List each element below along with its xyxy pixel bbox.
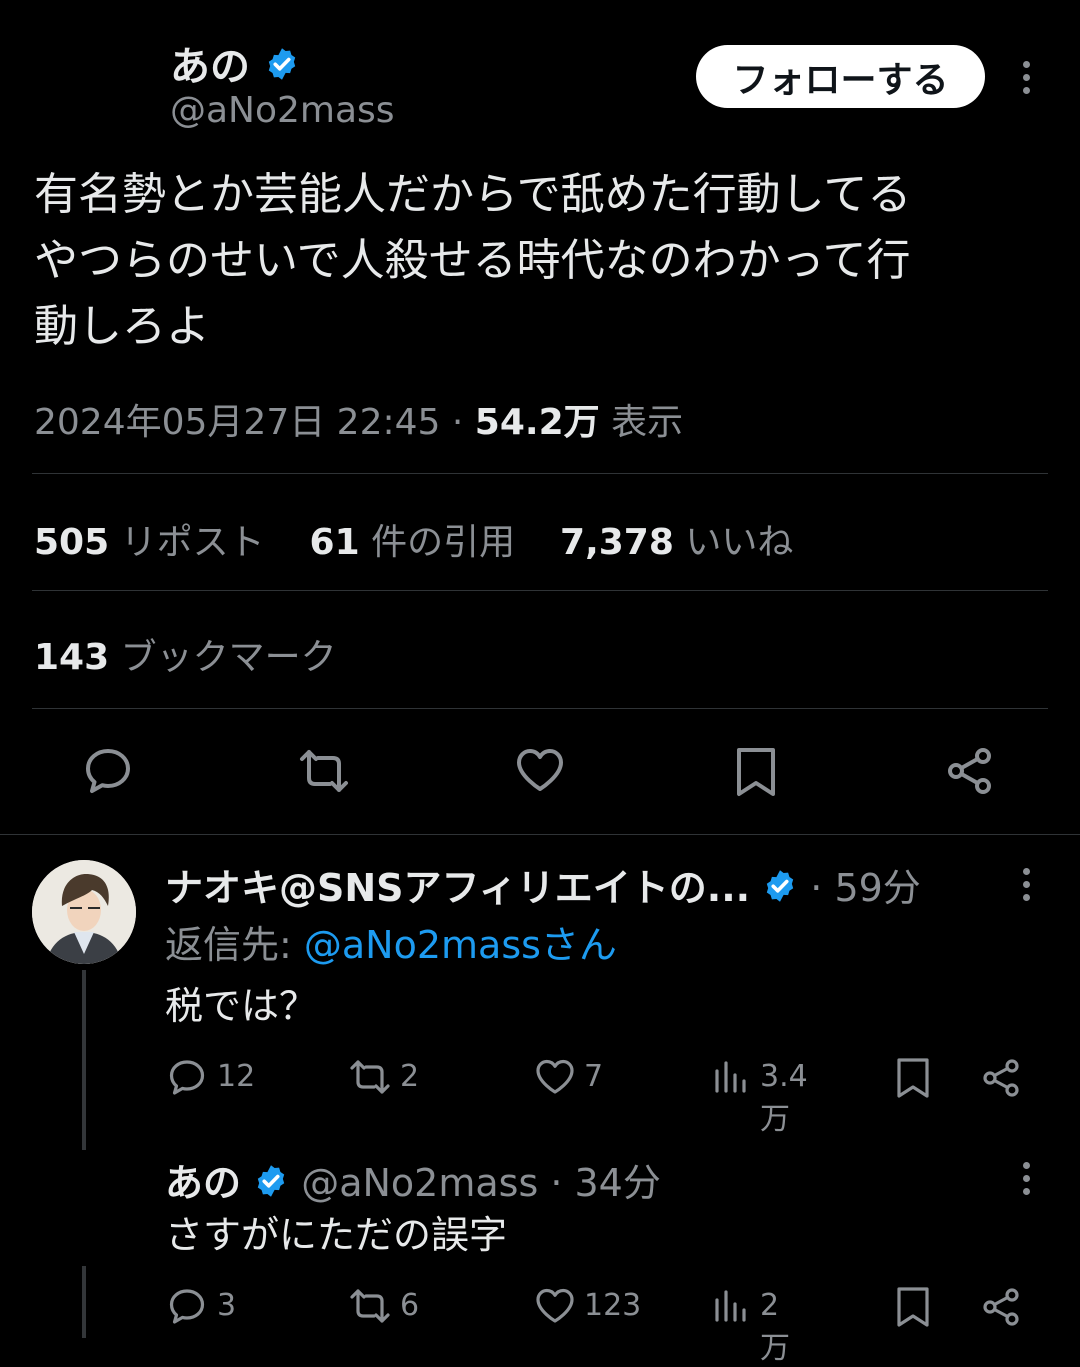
tweet-text-line: 動しろよ: [34, 301, 210, 352]
divider: [32, 473, 1048, 474]
repost-count: 6: [400, 1288, 420, 1323]
tweet-text-line: やつらのせいで人殺せる時代なのわかって行: [34, 235, 911, 286]
divider: [32, 708, 1048, 709]
repost-count: 2: [400, 1059, 420, 1094]
views-count: 54.2万: [474, 402, 600, 443]
views-count: 3.4万: [760, 1059, 808, 1137]
reply-author-name[interactable]: あの: [165, 1161, 241, 1205]
reply-icon: [169, 1289, 205, 1324]
like-count: 7: [584, 1059, 604, 1094]
more-options-icon[interactable]: [1021, 868, 1031, 907]
share-icon[interactable]: [980, 1286, 1022, 1332]
reply-actions: 12 2 7 3.4万: [0, 1055, 1080, 1137]
reposts-stat[interactable]: 505 リポスト: [34, 522, 276, 563]
avatar[interactable]: [32, 860, 136, 964]
engagement-stats: 505 リポスト 61 件の引用 7,378 いいね: [34, 513, 793, 565]
views-label: 表示: [611, 402, 684, 443]
repost-icon: [350, 1060, 390, 1094]
bookmark-icon[interactable]: [894, 1286, 932, 1332]
meta-separator: ·: [451, 402, 464, 443]
repost-icon: [350, 1289, 390, 1323]
reply-header: ナオキ@SNSアフィリエイトの... · 59分: [165, 857, 921, 913]
divider: [32, 590, 1048, 591]
reply-to-prefix: 返信先:: [165, 923, 304, 967]
more-options-icon[interactable]: [1021, 61, 1031, 100]
repost-icon[interactable]: [296, 745, 352, 797]
tweet-timestamp[interactable]: 2024年05月27日 22:45: [34, 402, 440, 443]
author-name-text: あの: [170, 44, 250, 90]
bookmark-icon[interactable]: [732, 745, 780, 799]
heart-icon: [536, 1059, 574, 1094]
tweet-author-handle[interactable]: @aNo2mass: [170, 90, 395, 131]
reply-count: 12: [217, 1059, 256, 1094]
verified-badge-icon: [253, 1163, 289, 1208]
likes-count: 7,378: [560, 522, 674, 563]
quotes-stat[interactable]: 61 件の引用: [310, 522, 527, 563]
views-icon: [715, 1290, 746, 1322]
verified-badge-icon: [264, 46, 300, 92]
likes-label: いいね: [685, 522, 794, 563]
reposts-count: 505: [34, 522, 110, 563]
reply-icon[interactable]: [82, 745, 134, 797]
reposts-label: リポスト: [120, 522, 265, 563]
heart-icon[interactable]: [514, 745, 566, 797]
views-icon: [715, 1061, 746, 1093]
bookmarks-stat[interactable]: 143 ブックマーク: [34, 628, 337, 680]
tweet-text-line: 有名勢とか芸能人だからで舐めた行動してる: [34, 169, 912, 220]
reply-actions: 3 6 123 2万: [0, 1284, 1080, 1366]
bookmarks-label: ブックマーク: [120, 637, 337, 678]
reply-to-line: 返信先: @aNo2massさん: [165, 914, 617, 969]
likes-stat[interactable]: 7,378 いいね: [560, 522, 793, 563]
reply-icon: [169, 1060, 205, 1095]
views-count: 2万: [760, 1288, 790, 1366]
reply-text: さすがにただの誤字: [165, 1213, 508, 1257]
follow-button[interactable]: フォローする: [696, 45, 985, 108]
more-options-icon[interactable]: [1021, 1162, 1031, 1201]
reply-header: あの @aNo2mass · 34分: [165, 1152, 661, 1208]
share-icon[interactable]: [980, 1057, 1022, 1103]
reply-count: 3: [217, 1288, 237, 1323]
bookmarks-count: 143: [34, 637, 110, 678]
reply-to-handle-link[interactable]: @aNo2massさん: [304, 923, 617, 967]
verified-badge-icon: [762, 868, 798, 913]
tweet-meta: 2024年05月27日 22:45 · 54.2万 表示: [34, 393, 683, 445]
tweet-author-name[interactable]: あの: [170, 34, 300, 92]
share-icon[interactable]: [944, 745, 996, 797]
heart-icon: [536, 1288, 574, 1323]
tweet-text: 有名勢とか芸能人だからで舐めた行動してる やつらのせいで人殺せる時代なのわかって…: [34, 162, 1044, 360]
reply-handle-time[interactable]: @aNo2mass · 34分: [301, 1161, 661, 1205]
quotes-label: 件の引用: [371, 522, 516, 563]
bookmark-icon[interactable]: [894, 1057, 932, 1103]
like-count: 123: [584, 1288, 642, 1323]
reply-author-name[interactable]: ナオキ@SNSアフィリエイトの...: [165, 866, 750, 910]
quotes-count: 61: [309, 522, 360, 563]
section-divider: [0, 834, 1080, 835]
reply-time[interactable]: · 59分: [810, 866, 921, 910]
reply-text: 税では？: [165, 984, 318, 1028]
